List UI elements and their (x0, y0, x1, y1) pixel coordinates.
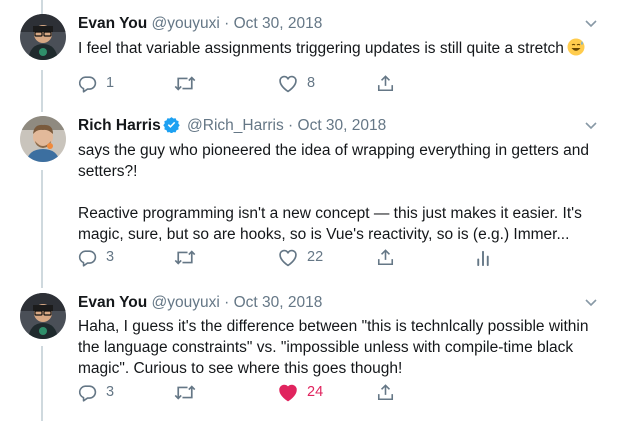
avatar[interactable] (20, 14, 66, 60)
reply-count: 3 (106, 249, 115, 265)
reply-icon (78, 383, 97, 402)
display-name[interactable]: Evan You (78, 294, 147, 311)
chevron-down-icon[interactable] (584, 118, 598, 136)
retweet-button[interactable] (174, 246, 196, 268)
separator-dot: · (224, 15, 230, 32)
display-name[interactable]: Evan You (78, 15, 147, 32)
thread-line (41, 0, 43, 14)
tweet-text-line: I feel that variable assignments trigger… (78, 40, 564, 57)
tweet-text: says the guy who pioneered the idea of w… (78, 140, 589, 245)
user-handle[interactable]: @youyuxi (152, 294, 220, 311)
avatar[interactable] (20, 293, 66, 339)
reply-icon (78, 74, 97, 93)
tweet-date[interactable]: Oct 30, 2018 (234, 294, 323, 311)
tweet-text-line (78, 182, 589, 203)
tweet[interactable]: Rich Harris @Rich_Harris · Oct 30, 2018 … (0, 116, 620, 276)
separator-dot: · (288, 117, 294, 134)
retweet-icon (174, 383, 196, 402)
share-button[interactable] (376, 72, 395, 94)
tweet-text-line: says the guy who pioneered the idea of w… (78, 142, 589, 159)
tweet-text-line: the language constraints" vs. "impossibl… (78, 339, 574, 356)
tweet-header: Rich Harris @Rich_Harris · Oct 30, 2018 (78, 116, 386, 139)
reply-count: 3 (106, 384, 115, 400)
verified-badge-icon (162, 116, 180, 139)
user-handle[interactable]: @Rich_Harris (187, 117, 284, 134)
tweet-actions: 3 22 (78, 246, 598, 268)
tweet-date[interactable]: Oct 30, 2018 (234, 15, 323, 32)
like-button[interactable]: 24 (278, 381, 323, 403)
share-icon (376, 248, 395, 267)
tweet-header: Evan You @youyuxi · Oct 30, 2018 (78, 14, 322, 34)
analytics-icon (476, 248, 490, 267)
share-icon (376, 383, 395, 402)
like-icon (278, 248, 298, 267)
tweet[interactable]: Evan You @youyuxi · Oct 30, 2018 Haha, I… (0, 293, 620, 413)
like-button[interactable]: 22 (278, 246, 323, 268)
share-button[interactable] (376, 246, 395, 268)
avatar[interactable] (20, 116, 66, 162)
sweat-smile-emoji (567, 38, 585, 62)
tweet-text: I feel that variable assignments trigger… (78, 38, 585, 62)
like-count: 22 (307, 249, 324, 265)
tweet[interactable]: Evan You @youyuxi · Oct 30, 2018 I feel … (0, 14, 620, 110)
tweet-text-line: Reactive programming isn't a new concept… (78, 205, 582, 222)
reply-button[interactable]: 1 (78, 72, 114, 94)
share-button[interactable] (376, 381, 395, 403)
tweet-header: Evan You @youyuxi · Oct 30, 2018 (78, 293, 322, 313)
user-handle[interactable]: @youyuxi (152, 15, 220, 32)
separator-dot: · (224, 294, 230, 311)
tweet-text-line: Haha, I guess it's the difference betwee… (78, 318, 589, 335)
reply-icon (78, 248, 97, 267)
tweet-text: Haha, I guess it's the difference betwee… (78, 316, 588, 379)
display-name[interactable]: Rich Harris (78, 117, 161, 134)
like-icon (278, 74, 298, 93)
retweet-button[interactable] (174, 72, 196, 94)
share-icon (376, 74, 395, 93)
retweet-icon (174, 248, 196, 267)
tweet-date[interactable]: Oct 30, 2018 (298, 117, 387, 134)
tweet-text-line: setters?! (78, 163, 138, 180)
like-count: 8 (307, 75, 316, 91)
tweet-actions: 1 8 (78, 72, 598, 94)
chevron-down-icon[interactable] (584, 295, 598, 313)
like-count: 24 (307, 384, 324, 400)
reply-button[interactable]: 3 (78, 246, 114, 268)
reply-button[interactable]: 3 (78, 381, 114, 403)
analytics-button[interactable] (476, 246, 490, 268)
like-button[interactable]: 8 (278, 72, 315, 94)
chevron-down-icon[interactable] (584, 16, 598, 34)
tweet-text-line: magic". Curious to see where this goes t… (78, 360, 403, 377)
like-icon (278, 383, 298, 402)
tweet-text-line: magic, sure, but so are hooks, so is Vue… (78, 226, 570, 243)
retweet-icon (174, 74, 196, 93)
reply-count: 1 (106, 75, 115, 91)
retweet-button[interactable] (174, 381, 196, 403)
tweet-actions: 3 24 (78, 381, 598, 403)
